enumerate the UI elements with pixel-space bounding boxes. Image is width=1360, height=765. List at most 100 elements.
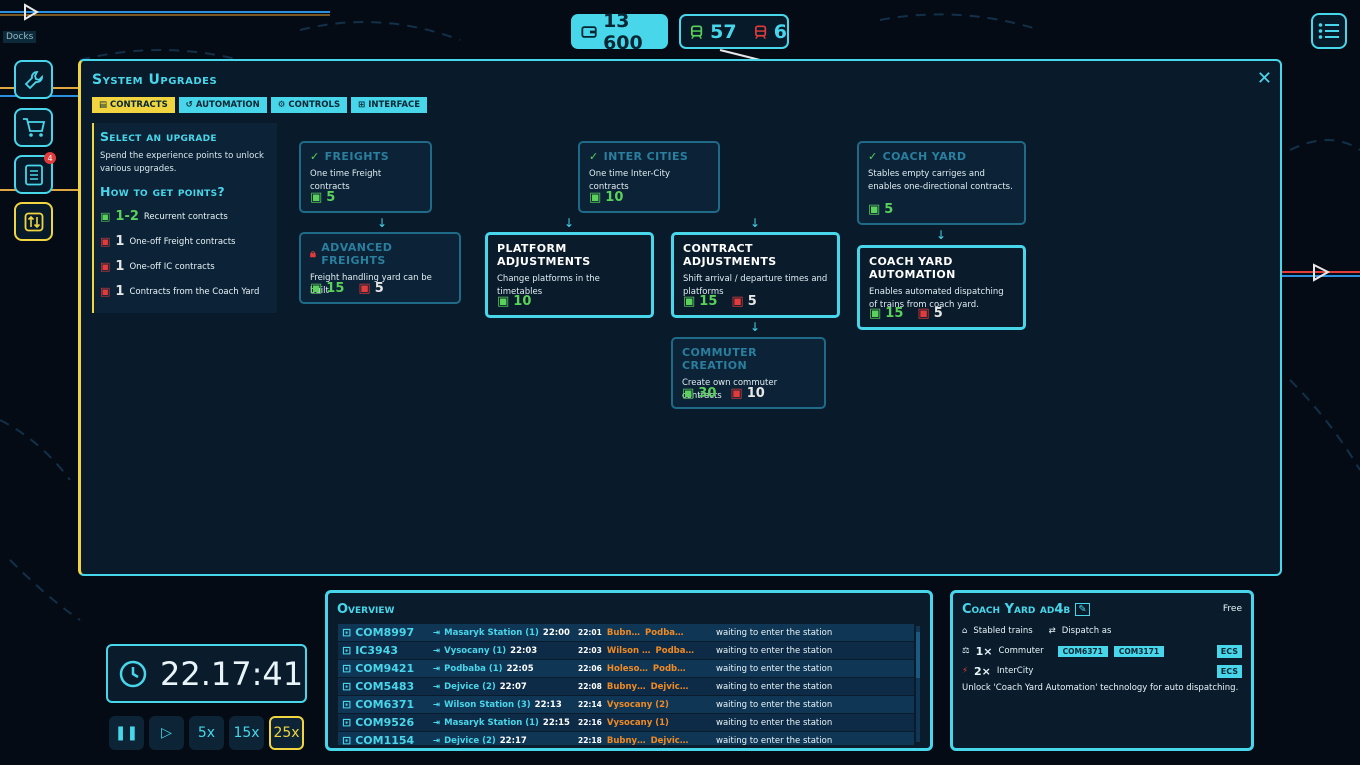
shop-button[interactable] bbox=[14, 108, 53, 147]
cart-icon bbox=[22, 117, 45, 137]
green-train-icon: ▣ bbox=[497, 294, 510, 309]
upgrade-card-platform-adjustments[interactable]: Platform Adjustments Change platforms in… bbox=[485, 232, 654, 318]
play-icon: ▷ bbox=[161, 725, 172, 741]
info-heading: Select an upgrade bbox=[100, 129, 217, 144]
system-upgrades-panel: System Upgrades ✕ ▤ Contracts ↺ Automation… bbox=[78, 59, 1282, 576]
map-station-label[interactable]: Docks bbox=[3, 31, 37, 43]
sitemap-icon: ⊞ bbox=[358, 100, 366, 110]
close-button[interactable]: ✕ bbox=[1257, 68, 1272, 89]
tab-controls[interactable]: ⚙ Controls bbox=[270, 97, 348, 113]
red-train-icon: ▣ bbox=[100, 260, 111, 273]
lock-icon: 🔒︎ bbox=[310, 247, 317, 260]
build-tools-button[interactable] bbox=[14, 60, 53, 99]
table-row[interactable]: ⊡ COM8997 ⇥ Masaryk Station (1) 22:00 22:01… bbox=[338, 624, 914, 642]
clock-time: 22.17:41 bbox=[160, 654, 304, 693]
green-train-icon: ▣ bbox=[683, 294, 696, 309]
speed-15x-button[interactable]: 15x bbox=[229, 716, 264, 750]
enter-arrow-icon: ⇥ bbox=[433, 663, 441, 674]
page-title: System Upgrades bbox=[92, 72, 218, 88]
down-arrow-icon: ↓ bbox=[377, 216, 388, 230]
yard-title: Coach Yard ad4b bbox=[962, 602, 1071, 617]
check-icon: ✓ bbox=[589, 150, 599, 163]
notification-badge: 4 bbox=[44, 152, 56, 164]
contracts-book-button[interactable]: 4 bbox=[14, 152, 56, 194]
ecs-button[interactable]: ECS bbox=[1216, 664, 1242, 678]
upgrade-tabs: ▤ Contracts ↺ Automation ⚙ Controls ⊞ Interf… bbox=[92, 97, 428, 113]
upgrade-card-contract-adjustments[interactable]: Contract Adjustments Shift arrival / dep… bbox=[671, 232, 840, 318]
money-display: 13 600 bbox=[571, 10, 668, 54]
enter-arrow-icon: ⇥ bbox=[433, 699, 441, 710]
table-row[interactable]: ⊡ COM9526 ⇥ Masaryk Station (1) 22:15 22:16… bbox=[338, 714, 914, 732]
points-row: ▣ 1-2 Recurrent contracts bbox=[100, 209, 228, 224]
scrollbar-thumb[interactable] bbox=[916, 632, 920, 678]
table-row[interactable]: ⊡ IC3943 ⇥ Vysocany (1) 22:03 22:03 Wilson …… bbox=[338, 642, 914, 660]
upgrades-button[interactable] bbox=[14, 202, 53, 241]
red-train-icon: ▣ bbox=[358, 281, 371, 296]
tab-automation[interactable]: ↺ Automation bbox=[178, 97, 267, 113]
upgrade-card-coach-yard-automation[interactable]: Coach Yard Automation Enables automated … bbox=[857, 245, 1026, 330]
green-train-icon: ▣ bbox=[589, 190, 602, 205]
green-train-icon: ▣ bbox=[310, 281, 323, 296]
tab-contracts[interactable]: ▤ Contracts bbox=[92, 97, 175, 113]
red-train-icon: ▣ bbox=[917, 306, 930, 321]
table-row[interactable]: ⊡ COM5483 ⇥ Dejvice (2) 22:07 22:08 Bubny… De… bbox=[338, 678, 914, 696]
down-arrow-icon: ↓ bbox=[750, 320, 761, 334]
train-chip[interactable]: COM3171 bbox=[1113, 645, 1165, 657]
list-menu-icon bbox=[1318, 23, 1339, 39]
table-row[interactable]: ⊡ COM6371 ⇥ Wilson Station (3) 22:13 22:14 V… bbox=[338, 696, 914, 714]
green-train-icon bbox=[690, 24, 703, 39]
down-arrow-icon: ↓ bbox=[936, 228, 947, 242]
main-menu-button[interactable] bbox=[1311, 13, 1347, 49]
enter-arrow-icon: ⇥ bbox=[433, 645, 441, 656]
red-points-value: 6 bbox=[773, 20, 787, 43]
document-icon: ▤ bbox=[99, 100, 108, 110]
tab-interface[interactable]: ⊞ Interface bbox=[351, 97, 428, 113]
how-heading: How to get points? bbox=[100, 184, 225, 199]
upgrade-card-commuter-creation[interactable]: Commuter Creation Create own commuter co… bbox=[671, 337, 826, 409]
table-row[interactable]: ⊡ COM9421 ⇥ Podbaba (1) 22:05 22:06 Holeso… P… bbox=[338, 660, 914, 678]
points-display: 57 6 bbox=[679, 14, 789, 49]
red-train-icon: ▣ bbox=[100, 235, 111, 248]
overview-title: Overview bbox=[337, 602, 395, 617]
money-value: 13 600 bbox=[603, 9, 643, 54]
wrench-icon bbox=[24, 70, 43, 89]
upgrade-info-box: Select an upgrade Spend the experience p… bbox=[92, 123, 277, 313]
upgrade-arrows-icon bbox=[24, 212, 43, 231]
upgrade-card-inter-cities[interactable]: ✓ Inter Cities One time Inter-City contra… bbox=[578, 141, 720, 213]
speed-5x-button[interactable]: 5x bbox=[189, 716, 224, 750]
train-icon: ⊡ bbox=[342, 644, 352, 657]
train-icon: ⊡ bbox=[342, 734, 352, 745]
edit-icon[interactable]: ✎ bbox=[1075, 603, 1090, 616]
play-button[interactable]: ▷ bbox=[149, 716, 184, 750]
scrollbar[interactable] bbox=[916, 626, 920, 742]
green-train-icon: ▣ bbox=[100, 210, 111, 223]
yard-status: Free bbox=[1222, 604, 1242, 614]
green-train-icon: ▣ bbox=[682, 386, 695, 401]
dispatch-icon: ⇄ bbox=[1048, 626, 1056, 636]
ecs-button[interactable]: ECS bbox=[1216, 644, 1242, 658]
overview-panel: Overview ⊡ COM8997 ⇥ Masaryk Station (1) 22… bbox=[325, 590, 933, 751]
red-train-icon: ▣ bbox=[100, 285, 111, 298]
train-icon: ⊡ bbox=[342, 716, 352, 729]
wallet-icon bbox=[581, 25, 597, 38]
coach-yard-panel: Coach Yard ad4b ✎ Free ⌂ Stabled trains ⇄… bbox=[950, 590, 1254, 751]
red-train-icon bbox=[754, 24, 766, 39]
points-row: ▣ 1 Contracts from the Coach Yard bbox=[100, 284, 260, 299]
close-icon: ✕ bbox=[1256, 68, 1272, 89]
train-icon: ⊡ bbox=[342, 626, 352, 639]
upgrade-card-coach-yard[interactable]: ✓ Coach Yard Stables empty carriges and e… bbox=[857, 141, 1026, 225]
depot-icon: ⌂ bbox=[962, 626, 968, 636]
pause-button[interactable]: ❚❚ bbox=[109, 716, 144, 750]
upgrade-card-advanced-freights[interactable]: 🔒︎ Advanced Freights Freight handling yar… bbox=[299, 232, 461, 304]
speed-25x-button[interactable]: 25x bbox=[269, 716, 304, 750]
history-icon: ↺ bbox=[185, 100, 193, 110]
dispatch-label: Dispatch as bbox=[1061, 626, 1112, 636]
clock-icon bbox=[119, 660, 147, 687]
green-train-icon: ▣ bbox=[310, 190, 323, 205]
upgrade-card-freights[interactable]: ✓ Freights One time Freight contracts ▣ 5 bbox=[299, 141, 432, 213]
enter-arrow-icon: ⇥ bbox=[433, 717, 441, 728]
train-chip[interactable]: COM6371 bbox=[1057, 645, 1108, 657]
train-icon: ⊡ bbox=[342, 662, 352, 675]
red-train-icon: ▣ bbox=[731, 294, 744, 309]
table-row[interactable]: ⊡ COM1154 ⇥ Dejvice (2) 22:17 22:18 Bubny… De… bbox=[338, 732, 914, 745]
